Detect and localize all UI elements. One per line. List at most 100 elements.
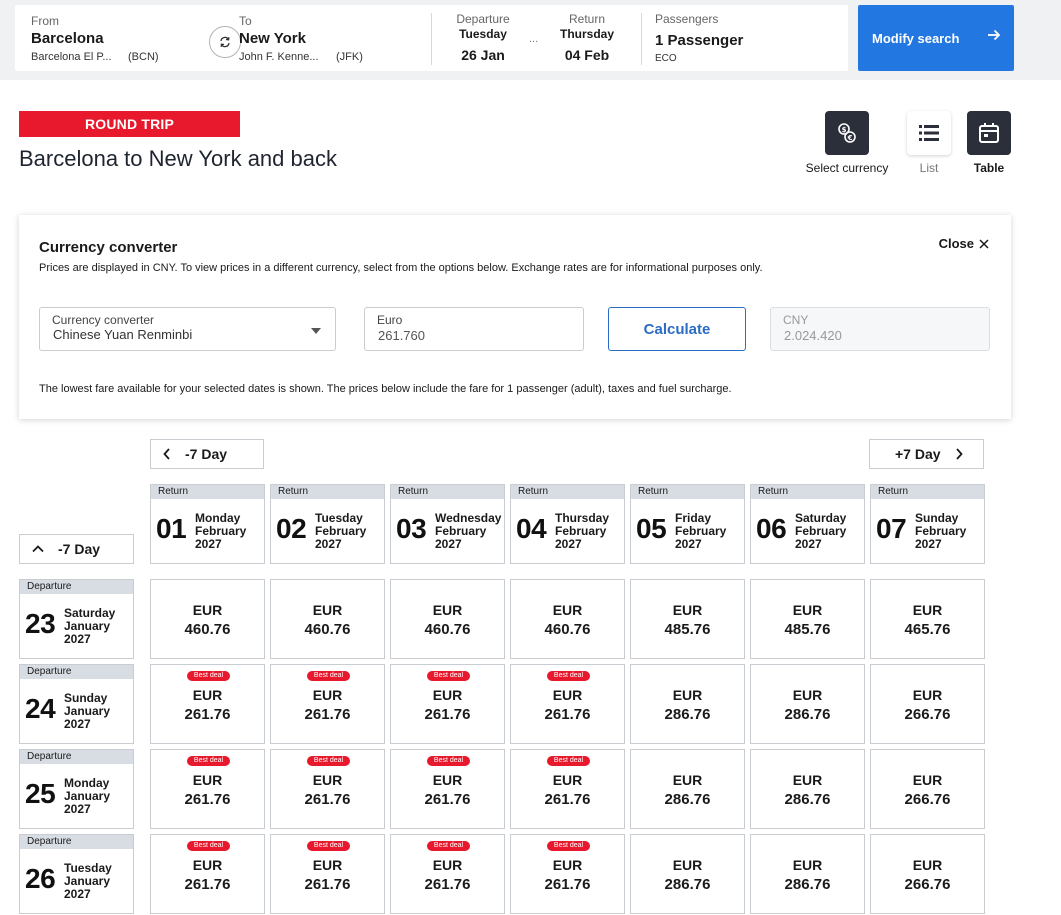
- search-summary[interactable]: From Barcelona Barcelona El P... (BCN) T…: [15, 5, 848, 71]
- swap-cities-button[interactable]: [209, 26, 241, 58]
- return-day-number: 01: [156, 513, 187, 544]
- arrow-right-icon: [988, 29, 1001, 41]
- fare-currency: EUR: [192, 687, 223, 703]
- return-day-line: 2027: [195, 537, 222, 551]
- fare-currency: EUR: [912, 772, 943, 788]
- calendar-icon: [979, 123, 999, 143]
- return-tag: Return: [751, 485, 864, 499]
- euro-amount-input[interactable]: Euro 261.760: [364, 307, 584, 351]
- fare-cell[interactable]: EUR 460.76: [390, 579, 505, 659]
- fare-cell[interactable]: EUR 485.76: [750, 579, 865, 659]
- departure-day-line: 2027: [64, 802, 91, 816]
- fare-cell[interactable]: Best deal EUR 261.76: [150, 664, 265, 744]
- departure-day-number: 24: [25, 693, 56, 724]
- return-day-line: 2027: [555, 537, 582, 551]
- fare-cell[interactable]: EUR 266.76: [870, 664, 985, 744]
- fare-currency: EUR: [432, 687, 463, 703]
- fare-cell[interactable]: EUR 286.76: [630, 749, 745, 829]
- fare-cell[interactable]: Best deal EUR 261.76: [150, 749, 265, 829]
- fare-currency: EUR: [792, 772, 823, 788]
- fare-currency: EUR: [552, 772, 583, 788]
- fare-cell[interactable]: EUR 485.76: [630, 579, 745, 659]
- departure-date-header: Departure 24 Sunday January 2027: [19, 664, 134, 744]
- swap-icon: [220, 36, 230, 48]
- fare-cell[interactable]: Best deal EUR 261.76: [270, 749, 385, 829]
- calculate-button[interactable]: Calculate: [608, 307, 746, 351]
- fare-cell[interactable]: EUR 465.76: [870, 579, 985, 659]
- fare-amount: 465.76: [904, 621, 951, 638]
- return-tag: Return: [151, 485, 264, 499]
- fare-currency: EUR: [672, 857, 703, 873]
- return-label: Return: [568, 12, 606, 26]
- trip-type-badge: ROUND TRIP: [19, 111, 240, 137]
- departure-tag: Departure: [20, 750, 133, 764]
- fare-cell[interactable]: EUR 460.76: [150, 579, 265, 659]
- return-day-line: 2027: [435, 537, 462, 551]
- close-converter-button[interactable]: Close: [939, 236, 989, 251]
- fare-cell[interactable]: EUR 266.76: [870, 749, 985, 829]
- fare-amount: 261.76: [424, 706, 471, 723]
- fare-cell[interactable]: EUR 460.76: [270, 579, 385, 659]
- fare-currency: EUR: [792, 687, 823, 703]
- fare-cell[interactable]: Best deal EUR 261.76: [390, 749, 505, 829]
- return-day-number: 05: [636, 513, 667, 544]
- prev-departure-week-button[interactable]: -7 Day: [19, 534, 134, 564]
- select-currency-label[interactable]: Select currency: [803, 161, 891, 175]
- fare-cell[interactable]: Best deal EUR 261.76: [390, 834, 505, 914]
- return-date-header: Return 05 Friday February 2027: [630, 484, 745, 564]
- fare-cell[interactable]: EUR 286.76: [630, 834, 745, 914]
- return-tag: Return: [631, 485, 744, 499]
- fare-cell[interactable]: Best deal EUR 261.76: [270, 664, 385, 744]
- return-day-text: Thursday February 2027: [555, 512, 609, 551]
- fare-cell[interactable]: Best deal EUR 261.76: [150, 834, 265, 914]
- next-return-week-button[interactable]: +7 Day: [869, 439, 984, 469]
- fare-currency: EUR: [192, 772, 223, 788]
- best-deal-badge: Best deal: [307, 841, 350, 851]
- list-view-button[interactable]: [907, 111, 951, 155]
- fare-cell[interactable]: EUR 286.76: [750, 749, 865, 829]
- chevron-left-icon: [163, 448, 170, 460]
- departure-day-line: 2027: [64, 887, 91, 901]
- fare-amount: 266.76: [904, 876, 951, 893]
- return-summary[interactable]: Return Thursday 04 Feb: [547, 12, 627, 63]
- to-city: New York: [239, 30, 306, 47]
- cabin-class: ECO: [655, 53, 677, 64]
- departure-date-header: Departure 23 Saturday January 2027: [19, 579, 134, 659]
- passengers-value[interactable]: 1 Passenger: [655, 32, 743, 49]
- fare-cell[interactable]: EUR 286.76: [750, 834, 865, 914]
- from-code: (BCN): [128, 51, 159, 63]
- table-view-label[interactable]: Table: [967, 161, 1011, 175]
- departure-summary[interactable]: Departure Tuesday 26 Jan: [443, 12, 523, 63]
- fare-cell[interactable]: Best deal EUR 261.76: [510, 749, 625, 829]
- fare-currency: EUR: [912, 687, 943, 703]
- fare-amount: 485.76: [784, 621, 831, 638]
- svg-text:€: €: [847, 134, 853, 142]
- fare-currency: EUR: [432, 857, 463, 873]
- fare-currency: EUR: [312, 602, 343, 618]
- cny-result-field: CNY 2.024.420: [770, 307, 990, 351]
- fare-amount: 261.76: [304, 706, 351, 723]
- select-currency-button[interactable]: $ €: [825, 111, 869, 155]
- fare-cell[interactable]: EUR 460.76: [510, 579, 625, 659]
- prev-return-week-button[interactable]: -7 Day: [150, 439, 264, 469]
- fare-cell[interactable]: EUR 286.76: [750, 664, 865, 744]
- chevron-down-icon: [311, 328, 321, 334]
- fare-cell[interactable]: Best deal EUR 261.76: [510, 664, 625, 744]
- modify-search-button[interactable]: Modify search: [858, 5, 1014, 71]
- table-view-button[interactable]: [967, 111, 1011, 155]
- list-view-label[interactable]: List: [907, 161, 951, 175]
- fare-cell[interactable]: Best deal EUR 261.76: [390, 664, 505, 744]
- return-day-text: Sunday February 2027: [915, 512, 966, 551]
- departure-date-header: Departure 25 Monday January 2027: [19, 749, 134, 829]
- fare-cell[interactable]: Best deal EUR 261.76: [510, 834, 625, 914]
- fare-cell[interactable]: EUR 286.76: [630, 664, 745, 744]
- close-icon: [979, 238, 989, 249]
- fare-amount: 261.76: [304, 791, 351, 808]
- fare-amount: 286.76: [784, 706, 831, 723]
- fare-cell[interactable]: Best deal EUR 261.76: [270, 834, 385, 914]
- fare-cell[interactable]: EUR 266.76: [870, 834, 985, 914]
- fare-currency: EUR: [312, 772, 343, 788]
- return-day-line: 2027: [915, 537, 942, 551]
- departure-day-number: 26: [25, 863, 56, 894]
- currency-select[interactable]: Currency converter Chinese Yuan Renminbi: [39, 307, 336, 351]
